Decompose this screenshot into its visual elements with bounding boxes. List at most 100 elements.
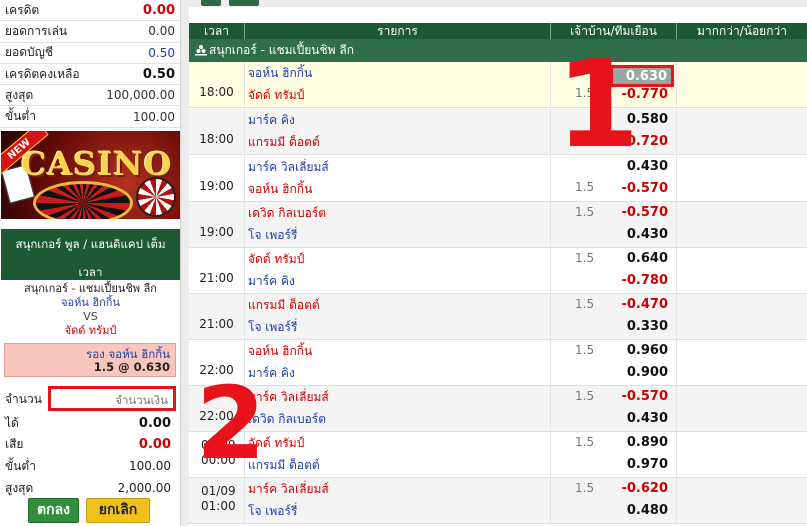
handicap-cell: 1.5 -0.620 0.480 [551, 478, 677, 523]
handicap-cell: 1.5 0.640 -0.780 [551, 248, 677, 293]
odds-value[interactable]: -0.620 [621, 481, 668, 496]
handicap-value: 1.5 [575, 389, 595, 403]
odds-value[interactable]: -0.570 [621, 181, 668, 196]
odds-value[interactable]: 0.330 [627, 319, 668, 334]
over-under-cell [677, 156, 807, 201]
account-row: ยอดการเล่น 0.00 [0, 21, 180, 43]
away-team: โจ เพอร์รี่ [248, 228, 298, 242]
handicap-cell: 1.5 -0.570 0.430 [551, 386, 677, 431]
min-value: 100.00 [129, 459, 171, 473]
odds-value[interactable]: 0.890 [627, 435, 668, 450]
teams-cell: จัดด์ ทรัมป์ มาร์ค คิง [245, 248, 551, 293]
match-time: 21:00 [199, 271, 234, 285]
account-row: สูงสุด 100,000.00 [0, 85, 180, 107]
annotation-number-one: 1 [556, 36, 640, 175]
odds-value[interactable]: 0.430 [627, 227, 668, 242]
time-cell: 18:00 [189, 62, 245, 107]
casino-chip-icon [136, 177, 176, 217]
casino-banner[interactable]: NEW CASINO [1, 131, 180, 219]
account-summary: เครดิต 0.00 ยอดการเล่น 0.00 ยอดบัญชี 0.50 เครด… [0, 0, 180, 128]
col-time: เวลา [189, 23, 245, 39]
over-under-cell [677, 109, 807, 154]
home-team: จอห์น ฮิกกิ้น [248, 344, 313, 358]
tab-button[interactable] [229, 0, 259, 6]
col-over-under: มากกว่า/น้อยกว่า [697, 24, 787, 38]
account-row: เครดิต 0.00 [0, 0, 180, 22]
win-row: ได้ 0.00 [0, 413, 180, 433]
match-time: 18:00 [199, 132, 234, 146]
teams-cell: มาร์ค คิง แกรมมี ด็อตต์ [245, 109, 551, 154]
odds-value[interactable]: 0.970 [627, 457, 668, 472]
account-label: เครดิต [5, 2, 40, 17]
odds-value[interactable]: 0.480 [627, 503, 668, 518]
handicap-cell: 1.5 -0.470 0.330 [551, 294, 677, 339]
account-value: 0.50 [142, 66, 175, 82]
win-value: 0.00 [138, 415, 171, 431]
match-row: 22:00 จอห์น ฮิกกิ้น มาร์ค คิง 1.5 0.960 0.900 [189, 340, 807, 386]
home-team: จัดด์ ทรัมป์ [248, 436, 305, 450]
home-team: มาร์ค วิลเลี่ยมส์ [248, 160, 329, 174]
home-team: จอห์น ฮิกกิ้น [248, 66, 313, 80]
left-panel: เครดิต 0.00 ยอดการเล่น 0.00 ยอดบัญชี 0.50 เครด… [0, 0, 181, 526]
match-row: 01/09 01:00 มาร์ค วิลเลี่ยมส์ โจ เพอร์รี่ 1.… [189, 478, 807, 524]
amount-label: จำนวน [5, 391, 42, 406]
away-team: มาร์ค คิง [248, 366, 295, 380]
account-value: 0.00 [148, 24, 175, 39]
over-under-cell [677, 432, 807, 477]
over-under-cell [677, 478, 807, 523]
home-team: แกรมมี ด็อตต์ [248, 298, 320, 312]
away-team: โจ เพอร์รี่ [248, 320, 298, 334]
snooker-balls-icon [195, 45, 207, 56]
bet-slip-title: สนุกเกอร์ พูล / แฮนดิแคป เต็ม [15, 237, 166, 251]
lose-row: เสีย 0.00 [0, 434, 180, 454]
account-row: เครดิตคงเหลือ 0.50 [0, 64, 180, 86]
bet-slip-selection: รอง จอห์น ฮิกกิ้น 1.5 @ 0.630 [4, 343, 176, 377]
account-value: 100,000.00 [106, 88, 175, 103]
league-name: สนุกเกอร์ - แชมเปี้ยนชิพ ลีก [209, 43, 355, 57]
bet-slip-subtitle: เวลา [78, 265, 103, 279]
handicap-value: 1.5 [575, 435, 595, 449]
away-team: จัดด์ ทรัมป์ [248, 88, 305, 102]
amount-input[interactable] [48, 386, 176, 411]
max-label: สูงสุด [5, 480, 34, 495]
odds-value[interactable]: -0.780 [621, 273, 668, 288]
odds-value[interactable]: 0.900 [627, 365, 668, 380]
time-cell: 21:00 [189, 294, 245, 339]
match-row: 21:00 จัดด์ ทรัมป์ มาร์ค คิง 1.5 0.640 -0.780 [189, 248, 807, 294]
odds-value[interactable]: 0.430 [627, 411, 668, 426]
away-team: จอห์น ฮิกกิ้น [248, 182, 313, 196]
account-label: สูงสุด [5, 87, 34, 102]
handicap-cell: 1.5 0.960 0.900 [551, 340, 677, 385]
account-label: ขั้นต่ำ [5, 109, 36, 124]
teams-cell: จัดด์ ทรัมป์ แกรมมี ด็อตต์ [245, 432, 551, 477]
odds-value[interactable]: -0.470 [621, 297, 668, 312]
time-cell: 18:00 [189, 109, 245, 154]
annotation-number-two: 2 [196, 365, 266, 482]
top-tab-strip [189, 0, 807, 7]
match-row: 19:00 เดวิด กิลเบอร์ต โจ เพอร์รี่ 1.5 -0.570… [189, 202, 807, 248]
match-time: 18:00 [199, 85, 234, 99]
handicap-value: 1.5 [575, 205, 595, 219]
odds-value[interactable]: 0.960 [627, 343, 668, 358]
odds-value[interactable]: -0.570 [621, 205, 668, 220]
slip-vs: VS [83, 310, 98, 323]
account-row: ขั้นต่ำ 100.00 [0, 106, 180, 128]
slip-league: สนุกเกอร์ - แชมเปี้ยนชิพ ลีก [24, 282, 157, 295]
bet-slip-match-info: สนุกเกอร์ - แชมเปี้ยนชิพ ลีก จอห์น ฮิกกิ… [0, 282, 180, 338]
lose-label: เสีย [5, 436, 24, 451]
home-team: จัดด์ ทรัมป์ [248, 252, 305, 266]
teams-cell: มาร์ค วิลเลี่ยมส์ เดวิด กิลเบอร์ต [245, 386, 551, 431]
cancel-button[interactable]: ยกเลิก [86, 498, 150, 523]
odds-panel: เวลา รายการ เจ้าบ้าน/ทีมเยือน มากกว่า/น้… [189, 0, 807, 526]
tab-button[interactable] [201, 0, 221, 6]
confirm-button[interactable]: ตกลง [28, 498, 79, 523]
odds-value[interactable]: 0.640 [627, 251, 668, 266]
match-date: 01/09 [201, 484, 236, 498]
bet-slip-header: สนุกเกอร์ พูล / แฮนดิแคป เต็ม เวลา [1, 229, 180, 280]
odds-value[interactable]: -0.570 [621, 389, 668, 404]
teams-cell: จอห์น ฮิกกิ้นมาร์ค คิง [245, 340, 551, 385]
max-row: สูงสุด 2,000.00 [0, 478, 180, 498]
over-under-cell [677, 202, 807, 247]
odds-table-header: เวลา รายการ เจ้าบ้าน/ทีมเยือน มากกว่า/น้… [189, 23, 807, 39]
max-value: 2,000.00 [117, 481, 171, 495]
